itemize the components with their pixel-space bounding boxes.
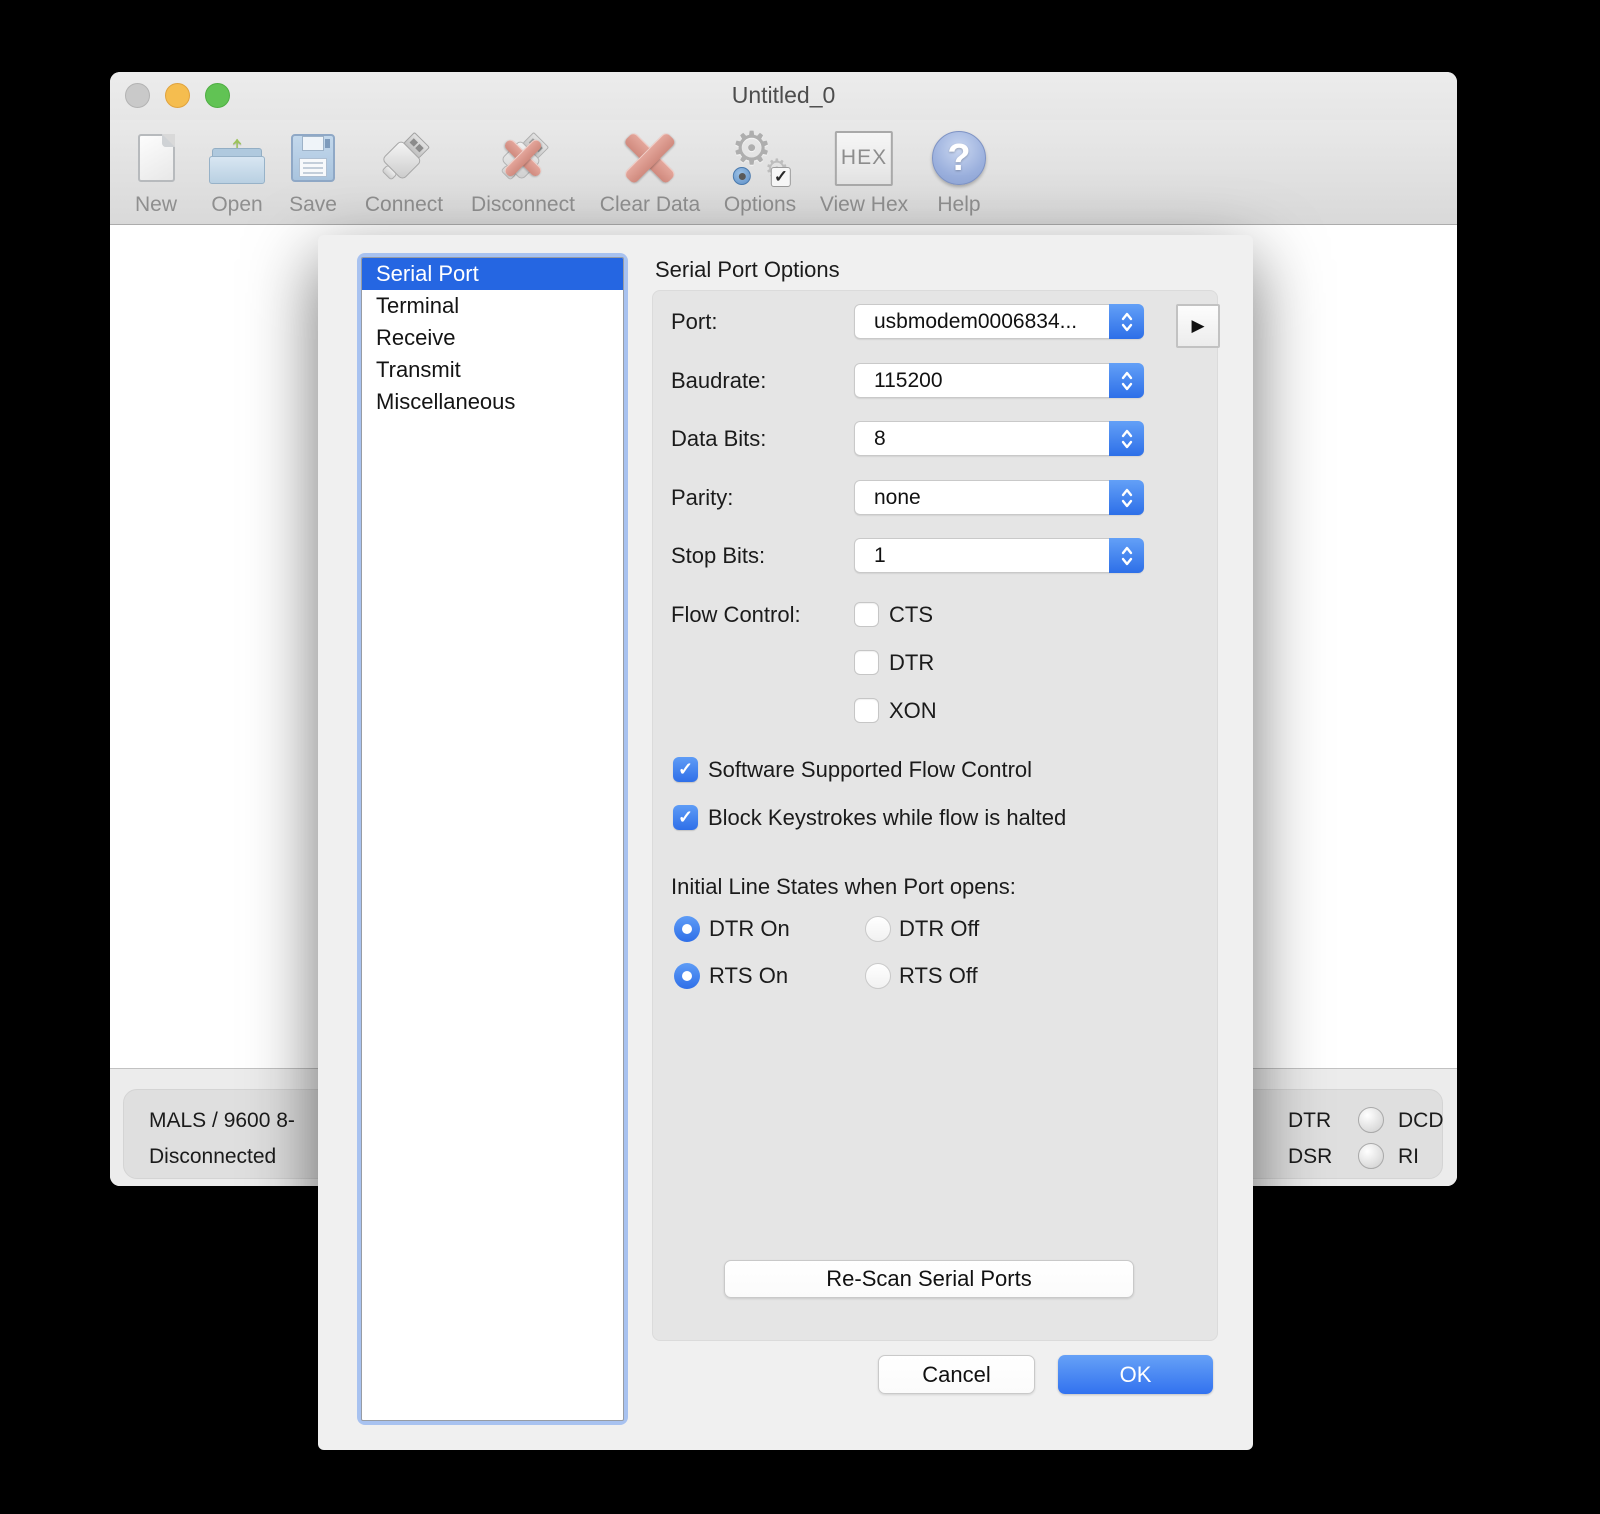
new-document-icon [121, 126, 191, 190]
toolbar-label: Open [211, 193, 263, 216]
toolbar-new-button[interactable]: New [121, 126, 191, 217]
stop-bits-label: Stop Bits: [671, 543, 766, 568]
options-gears-icon: ⚙⚙✓ [725, 122, 795, 190]
status-connection-state: Disconnected [149, 1145, 277, 1168]
indicator-label-dsr: DSR [1288, 1145, 1333, 1168]
stepper-chevrons-icon [1109, 363, 1144, 398]
stepper-chevrons-icon [1109, 480, 1144, 515]
data-bits-label: Data Bits: [671, 426, 767, 451]
indicator-label-ri: RI [1398, 1145, 1419, 1168]
toolbar-options-button[interactable]: ⚙⚙✓ Options [723, 122, 797, 217]
category-item-transmit[interactable]: Transmit [362, 354, 623, 386]
flow-control-label: Flow Control: [671, 602, 801, 627]
data-bits-value: 8 [874, 427, 886, 450]
parity-label: Parity: [671, 485, 734, 510]
open-folder-icon: ↑ [202, 126, 272, 190]
toolbar-view-hex-button[interactable]: HEX View Hex [820, 126, 908, 217]
software-flow-control-checkbox[interactable]: ✓ [673, 757, 698, 782]
toolbar-disconnect-button[interactable]: Disconnect [471, 126, 575, 217]
rts-off-radio[interactable] [865, 963, 891, 989]
baudrate-popup[interactable]: 115200 [854, 363, 1144, 398]
parity-popup[interactable]: none [854, 480, 1144, 515]
rescan-serial-ports-button[interactable]: Re-Scan Serial Ports [724, 1260, 1134, 1298]
dtr-off-radio-label: DTR Off [899, 916, 980, 941]
toolbar-label: Save [289, 193, 337, 216]
stop-bits-popup[interactable]: 1 [854, 538, 1144, 573]
baudrate-value: 115200 [874, 369, 943, 392]
dtr-off-radio[interactable] [865, 916, 891, 942]
category-item-terminal[interactable]: Terminal [362, 290, 623, 322]
category-item-receive[interactable]: Receive [362, 322, 623, 354]
baudrate-label: Baudrate: [671, 368, 767, 393]
usb-disconnect-icon [488, 126, 558, 190]
toolbar-label: Clear Data [599, 193, 701, 216]
dtr-on-radio[interactable] [674, 916, 700, 942]
toolbar-label: Options [723, 193, 797, 216]
toolbar-save-button[interactable]: Save [278, 126, 348, 217]
clear-data-x-icon [615, 126, 685, 190]
toolbar-open-button[interactable]: ↑ Open [202, 126, 272, 217]
parity-value: none [874, 486, 921, 509]
usb-connect-icon [369, 126, 439, 190]
software-flow-control-label: Software Supported Flow Control [708, 757, 1033, 782]
dcd-led-indicator [1358, 1107, 1384, 1133]
toolbar-label: Help [937, 193, 981, 216]
save-floppy-icon [278, 126, 348, 190]
cts-checkbox[interactable] [854, 602, 879, 627]
toolbar-clear-data-button[interactable]: Clear Data [600, 126, 700, 217]
port-disclosure-button[interactable]: ▶ [1176, 304, 1220, 348]
panel-title: Serial Port Options [655, 257, 840, 282]
rts-on-radio[interactable] [674, 963, 700, 989]
dtr-checkbox[interactable] [854, 650, 879, 675]
status-port-settings: MALS / 9600 8- [149, 1109, 295, 1132]
category-item-miscellaneous[interactable]: Miscellaneous [362, 386, 623, 418]
xon-checkbox-label: XON [889, 698, 937, 723]
toolbar-label: Connect [364, 193, 444, 216]
port-label: Port: [671, 309, 718, 334]
options-dialog: Serial Port Terminal Receive Transmit Mi… [318, 235, 1253, 1450]
ok-button[interactable]: OK [1058, 1355, 1213, 1394]
rts-off-radio-label: RTS Off [899, 963, 978, 988]
window-title: Untitled_0 [731, 82, 836, 108]
block-keystrokes-label: Block Keystrokes while flow is halted [708, 805, 1067, 830]
xon-checkbox[interactable] [854, 698, 879, 723]
data-bits-popup[interactable]: 8 [854, 421, 1144, 456]
serial-port-options-group: Port: usbmodem0006834... ▶ Baudrate: 115… [652, 290, 1220, 1341]
indicator-label-dcd: DCD [1398, 1109, 1444, 1132]
toolbar-help-button[interactable]: ? Help [924, 126, 994, 217]
dtr-on-radio-label: DTR On [709, 916, 790, 941]
toolbar-connect-button[interactable]: Connect [365, 126, 443, 217]
port-popup[interactable]: usbmodem0006834... [854, 304, 1144, 339]
block-keystrokes-checkbox[interactable]: ✓ [673, 805, 698, 830]
title-bar: Untitled_0 [110, 72, 1457, 120]
ri-led-indicator [1358, 1143, 1384, 1169]
toolbar-label: View Hex [819, 193, 909, 216]
toolbar-label: Disconnect [471, 193, 575, 216]
help-question-icon: ? [924, 126, 994, 190]
toolbar: New ↑ Open Save Connect Disconnect Clear… [110, 120, 1457, 225]
port-value: usbmodem0006834... [874, 310, 1078, 333]
stop-bits-value: 1 [874, 544, 886, 567]
toolbar-label: New [134, 193, 177, 216]
settings-category-list: Serial Port Terminal Receive Transmit Mi… [357, 253, 628, 1425]
stepper-chevrons-icon [1109, 538, 1144, 573]
cancel-button[interactable]: Cancel [878, 1355, 1035, 1394]
stepper-chevrons-icon [1109, 421, 1144, 456]
dtr-checkbox-label: DTR [889, 650, 935, 675]
right-triangle-icon: ▶ [1191, 316, 1205, 335]
cts-checkbox-label: CTS [889, 602, 933, 627]
indicator-label-dtr: DTR [1288, 1109, 1332, 1132]
rts-on-radio-label: RTS On [709, 963, 789, 988]
category-item-serial-port[interactable]: Serial Port [362, 258, 623, 290]
initial-line-states-label: Initial Line States when Port opens: [671, 874, 1016, 899]
stepper-chevrons-icon [1109, 304, 1144, 339]
hex-box-icon: HEX [829, 126, 899, 190]
